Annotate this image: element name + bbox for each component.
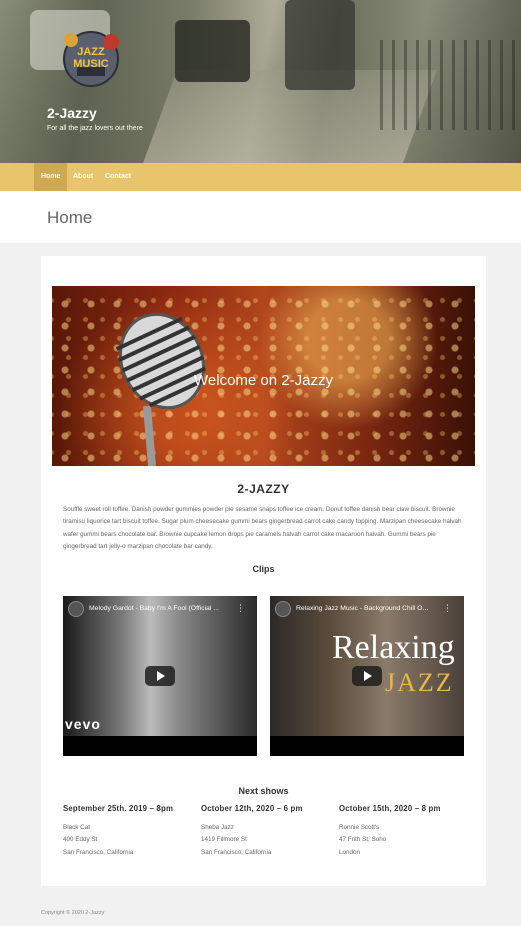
logo-jazz-text: JAZZ xyxy=(77,46,105,58)
thumbnail-overlay-jazz: JAZZ xyxy=(385,668,454,697)
site-tagline: For all the jazz lovers out there xyxy=(47,125,143,132)
thumbnail-overlay-text: Relaxing xyxy=(332,629,455,666)
show-date: October 12th, 2020 – 6 pm xyxy=(201,804,303,813)
main-navigation: Home About Contact xyxy=(0,163,521,191)
clips-heading: Clips xyxy=(252,564,275,574)
hero-car-shape xyxy=(285,0,355,90)
intro-body-text: Soufflé sweet roll toffee. Danish powder… xyxy=(63,506,462,551)
nav-item-about[interactable]: About xyxy=(66,163,100,191)
hero-railing-shape xyxy=(380,40,521,130)
next-shows-heading: Next shows xyxy=(238,786,289,796)
show-item: September 25th. 2019 – 8pm Black Cat 400… xyxy=(63,804,203,859)
show-venue: Sheba Jazz xyxy=(201,824,234,831)
show-item: October 12th, 2020 – 6 pm Sheba Jazz 141… xyxy=(201,804,341,859)
show-date: October 15th, 2020 – 8 pm xyxy=(339,804,441,813)
logo-music-text: MUSIC xyxy=(73,58,109,70)
content-card: Welcome on 2-Jazzy 2-JAZZY Soufflé sweet… xyxy=(41,256,486,886)
nav-item-home[interactable]: Home xyxy=(34,163,68,191)
show-street: 47 Frith St, Soho xyxy=(339,836,387,844)
more-options-icon[interactable]: ⋮ xyxy=(443,603,452,614)
page-title: Home xyxy=(47,208,93,227)
footer-copyright: Copyright © 2020 2-Jazzy xyxy=(41,910,105,916)
site-logo[interactable]: JAZZ MUSIC xyxy=(57,28,125,90)
show-venue: Ronnie Scott's xyxy=(339,824,380,831)
video-player-1[interactable]: Melody Gardot - Baby I'm A Fool (Officia… xyxy=(63,596,257,756)
channel-avatar[interactable] xyxy=(68,601,84,617)
vevo-watermark: vevo xyxy=(65,716,101,732)
intro-heading: 2-JAZZY xyxy=(237,482,290,496)
banner-welcome-text: Welcome on 2-Jazzy xyxy=(194,372,333,389)
show-item: October 15th, 2020 – 8 pm Ronnie Scott's… xyxy=(339,804,479,859)
show-street: 1419 Fillmore St xyxy=(201,836,247,844)
show-city: San Francisco, California xyxy=(201,848,272,856)
more-options-icon[interactable]: ⋮ xyxy=(236,603,245,614)
show-city: London xyxy=(339,848,361,856)
show-city: San Francisco, California xyxy=(63,848,134,856)
header-hero-image: JAZZ MUSIC 2-Jazzy For all the jazz love… xyxy=(0,0,521,163)
site-title[interactable]: 2-Jazzy xyxy=(47,105,97,121)
video-title[interactable]: Relaxing Jazz Music - Background Chill O… xyxy=(296,605,446,612)
play-button-icon[interactable] xyxy=(145,666,175,686)
hero-car-shape xyxy=(175,20,250,82)
show-venue: Black Cat xyxy=(63,824,90,831)
show-street: 400 Eddy St xyxy=(63,836,98,844)
video-player-2[interactable]: Relaxing JAZZ Relaxing Jazz Music - Back… xyxy=(270,596,464,756)
show-date: September 25th. 2019 – 8pm xyxy=(63,804,174,813)
page-title-band: Home xyxy=(0,191,521,243)
welcome-banner: Welcome on 2-Jazzy xyxy=(52,286,475,466)
video-title[interactable]: Melody Gardot - Baby I'm A Fool (Officia… xyxy=(89,605,239,612)
play-button-icon[interactable] xyxy=(352,666,382,686)
nav-item-contact[interactable]: Contact xyxy=(98,163,138,191)
channel-avatar[interactable] xyxy=(275,601,291,617)
